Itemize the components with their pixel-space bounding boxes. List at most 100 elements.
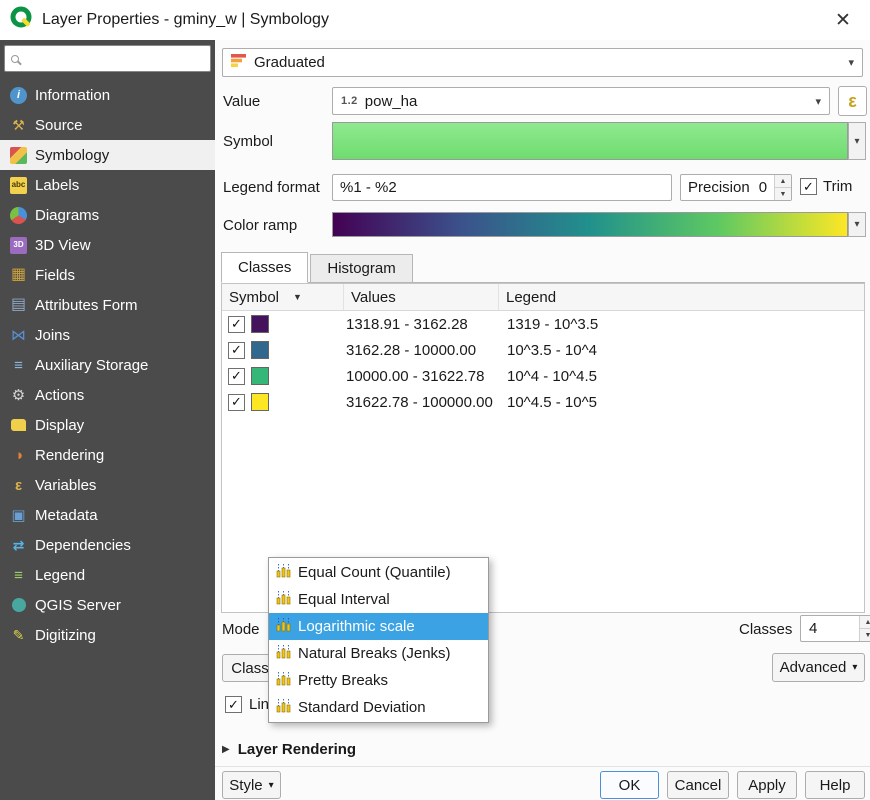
sidebar-item-auxiliary-storage[interactable]: ≡ Auxiliary Storage bbox=[0, 350, 215, 380]
search-icon bbox=[11, 55, 19, 63]
sidebar-item-variables[interactable]: ε Variables bbox=[0, 470, 215, 500]
apply-button[interactable]: Apply bbox=[737, 771, 797, 799]
legend-format-value: %1 - %2 bbox=[340, 179, 397, 196]
tab-classes[interactable]: Classes bbox=[221, 252, 308, 283]
digitizing-icon: ✎ bbox=[10, 627, 27, 644]
symbol-label: Symbol bbox=[223, 133, 273, 150]
qgis-server-icon bbox=[10, 597, 27, 614]
class-visibility-checkbox[interactable]: ✓ bbox=[228, 394, 245, 411]
sidebar-item-actions[interactable]: ⚙ Actions bbox=[0, 380, 215, 410]
tab-histogram[interactable]: Histogram bbox=[310, 254, 412, 282]
classes-table-header: Symbol ▼ Values Legend bbox=[222, 284, 864, 311]
sidebar-item-information[interactable]: i Information bbox=[0, 80, 215, 110]
symbology-icon bbox=[10, 147, 27, 164]
style-button[interactable]: Style ▾ bbox=[222, 771, 281, 799]
mode-option-equal-count[interactable]: Equal Count (Quantile) bbox=[269, 559, 488, 586]
sidebar-item-label: Symbology bbox=[35, 147, 109, 164]
sidebar-item-diagrams[interactable]: Diagrams bbox=[0, 200, 215, 230]
close-icon[interactable]: ✕ bbox=[826, 9, 860, 32]
expression-builder-button[interactable]: ε bbox=[838, 86, 867, 116]
class-color-swatch[interactable] bbox=[251, 341, 269, 359]
column-header-symbol[interactable]: Symbol ▼ bbox=[222, 284, 344, 310]
titlebar: Layer Properties - gminy_w | Symbology ✕ bbox=[0, 0, 870, 40]
mode-option-pretty-breaks[interactable]: Pretty Breaks bbox=[269, 667, 488, 694]
legend-format-input[interactable]: %1 - %2 bbox=[332, 174, 672, 201]
class-visibility-checkbox[interactable]: ✓ bbox=[228, 316, 245, 333]
variables-icon: ε bbox=[10, 477, 27, 494]
trim-checkbox[interactable]: ✓ bbox=[800, 178, 817, 195]
sidebar-item-symbology[interactable]: Symbology bbox=[0, 140, 215, 170]
column-menu-icon[interactable]: ▼ bbox=[293, 292, 302, 302]
sidebar-item-joins[interactable]: ⋈ Joins bbox=[0, 320, 215, 350]
mode-option-logarithmic-scale[interactable]: Logarithmic scale bbox=[269, 613, 488, 640]
class-visibility-checkbox[interactable]: ✓ bbox=[228, 342, 245, 359]
class-color-swatch[interactable] bbox=[251, 367, 269, 385]
histogram-icon bbox=[276, 698, 291, 717]
cancel-button[interactable]: Cancel bbox=[667, 771, 729, 799]
layer-rendering-section-header[interactable]: ▶ Layer Rendering bbox=[222, 741, 356, 758]
value-field-select[interactable]: 1.2 pow_ha ▾ bbox=[332, 87, 830, 115]
sidebar-item-label: Rendering bbox=[35, 447, 104, 464]
sidebar-item-legend[interactable]: ≡ Legend bbox=[0, 560, 215, 590]
column-label: Legend bbox=[506, 289, 556, 306]
symbol-preview[interactable] bbox=[332, 122, 848, 160]
class-visibility-checkbox[interactable]: ✓ bbox=[228, 368, 245, 385]
class-color-swatch[interactable] bbox=[251, 393, 269, 411]
precision-spinbox[interactable]: Precision 0 ▲ ▼ bbox=[680, 174, 792, 201]
renderer-value: Graduated bbox=[254, 54, 325, 71]
ok-button[interactable]: OK bbox=[600, 771, 659, 799]
mode-option-label: Equal Interval bbox=[298, 591, 390, 608]
sidebar-item-label: 3D View bbox=[35, 237, 91, 254]
sidebar-item-source[interactable]: ⚒ Source bbox=[0, 110, 215, 140]
sidebar-search[interactable] bbox=[4, 45, 211, 72]
color-ramp-preview[interactable] bbox=[332, 212, 848, 237]
link-class-boundaries-checkbox[interactable]: ✓ bbox=[225, 696, 242, 713]
histogram-icon bbox=[276, 590, 291, 609]
sidebar-item-fields[interactable]: ▦ Fields bbox=[0, 260, 215, 290]
class-row[interactable]: ✓ 10000.00 - 31622.78 10^4 - 10^4.5 bbox=[222, 363, 864, 389]
color-ramp-dropdown-button[interactable]: ▾ bbox=[848, 212, 866, 237]
mode-option-label: Logarithmic scale bbox=[298, 618, 415, 635]
sidebar-item-label: Source bbox=[35, 117, 83, 134]
renderer-select[interactable]: Graduated ▾ bbox=[222, 48, 863, 77]
sidebar-item-rendering[interactable]: ◑ Rendering bbox=[0, 440, 215, 470]
chevron-down-icon: ▾ bbox=[854, 219, 859, 230]
search-input[interactable] bbox=[25, 51, 206, 67]
sidebar-item-3d-view[interactable]: 3D 3D View bbox=[0, 230, 215, 260]
sidebar-item-qgis-server[interactable]: QGIS Server bbox=[0, 590, 215, 620]
help-button[interactable]: Help bbox=[805, 771, 865, 799]
sidebar-item-metadata[interactable]: ▣ Metadata bbox=[0, 500, 215, 530]
sidebar-item-dependencies[interactable]: ⇄ Dependencies bbox=[0, 530, 215, 560]
spin-up-button[interactable]: ▲ bbox=[775, 175, 791, 188]
spin-down-button[interactable]: ▼ bbox=[775, 188, 791, 200]
mode-option-natural-breaks[interactable]: Natural Breaks (Jenks) bbox=[269, 640, 488, 667]
column-header-legend[interactable]: Legend bbox=[499, 284, 864, 310]
classes-count-spinbox[interactable]: 4 ▲ ▼ bbox=[800, 615, 870, 642]
metadata-icon: ▣ bbox=[10, 507, 27, 524]
class-color-swatch[interactable] bbox=[251, 315, 269, 333]
sidebar-item-display[interactable]: Display bbox=[0, 410, 215, 440]
class-row[interactable]: ✓ 3162.28 - 10000.00 10^3.5 - 10^4 bbox=[222, 337, 864, 363]
sidebar-item-digitizing[interactable]: ✎ Digitizing bbox=[0, 620, 215, 650]
spin-up-button[interactable]: ▲ bbox=[860, 616, 870, 629]
sidebar-item-labels[interactable]: abc Labels bbox=[0, 170, 215, 200]
histogram-icon bbox=[276, 563, 291, 582]
mode-option-standard-deviation[interactable]: Standard Deviation bbox=[269, 694, 488, 721]
symbol-dropdown-button[interactable]: ▾ bbox=[848, 122, 866, 160]
class-row[interactable]: ✓ 31622.78 - 100000.00 10^4.5 - 10^5 bbox=[222, 389, 864, 415]
class-row[interactable]: ✓ 1318.91 - 3162.28 1319 - 10^3.5 bbox=[222, 311, 864, 337]
layer-rendering-label: Layer Rendering bbox=[238, 741, 356, 758]
rendering-icon: ◑ bbox=[10, 447, 27, 464]
spin-down-button[interactable]: ▼ bbox=[860, 629, 870, 641]
column-header-values[interactable]: Values bbox=[344, 284, 499, 310]
advanced-button[interactable]: Advanced ▾ bbox=[772, 653, 865, 682]
symbology-panel: Graduated ▾ Value 1.2 pow_ha ▾ ε Symbol … bbox=[215, 40, 870, 800]
mode-option-equal-interval[interactable]: Equal Interval bbox=[269, 586, 488, 613]
graduated-icon bbox=[231, 53, 247, 72]
labels-icon: abc bbox=[10, 177, 27, 194]
chevron-down-icon: ▾ bbox=[852, 662, 857, 673]
classes-count-label: Classes bbox=[739, 621, 792, 638]
precision-value: 0 bbox=[759, 179, 767, 196]
color-ramp-label: Color ramp bbox=[223, 217, 297, 234]
sidebar-item-attributes-form[interactable]: ▤ Attributes Form bbox=[0, 290, 215, 320]
